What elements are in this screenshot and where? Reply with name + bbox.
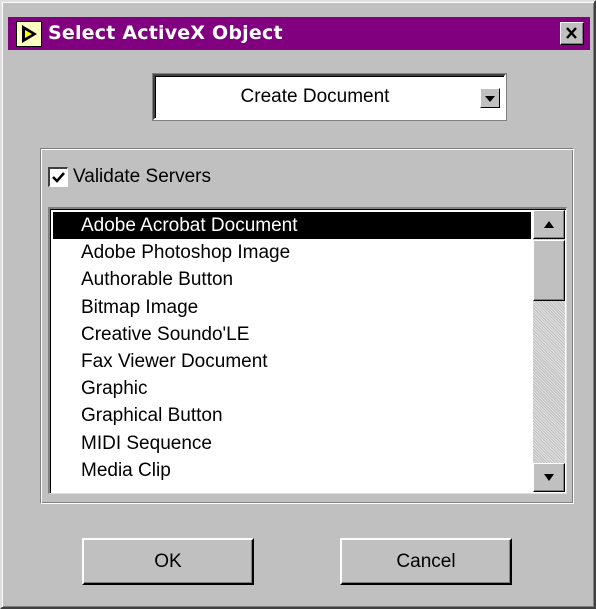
list-item[interactable]: Adobe Acrobat Document: [53, 212, 531, 240]
server-list-items: Adobe Acrobat Document Adobe Photoshop I…: [53, 212, 531, 484]
window-title: Select ActiveX Object: [48, 22, 283, 44]
select-activex-object-dialog: Select ActiveX Object Create Document Va…: [0, 0, 596, 609]
list-item[interactable]: Authorable Button: [53, 266, 531, 293]
arrow-down-icon: [544, 474, 554, 481]
list-item[interactable]: Creative Soundo'LE: [53, 321, 531, 348]
list-item[interactable]: Graphic: [53, 375, 531, 402]
scroll-down-button[interactable]: [533, 463, 565, 492]
arrow-up-icon: [544, 221, 554, 228]
list-item[interactable]: Graphical Button: [53, 402, 531, 429]
vertical-scrollbar[interactable]: [533, 210, 565, 492]
chevron-down-icon: [485, 96, 495, 102]
list-item[interactable]: Bitmap Image: [53, 294, 531, 321]
checkmark-icon: [52, 172, 65, 183]
activex-server-list[interactable]: Adobe Acrobat Document Adobe Photoshop I…: [48, 207, 567, 494]
create-mode-dropdown[interactable]: Create Document: [153, 74, 506, 120]
scroll-thumb[interactable]: [533, 240, 565, 301]
cancel-button[interactable]: Cancel: [340, 538, 512, 585]
list-item[interactable]: MIDI Sequence: [53, 430, 531, 457]
title-bar[interactable]: Select ActiveX Object: [8, 17, 590, 50]
close-icon: [566, 27, 577, 39]
list-item[interactable]: Fax Viewer Document: [53, 348, 531, 375]
list-item[interactable]: Adobe Photoshop Image: [53, 239, 531, 266]
scroll-up-button[interactable]: [533, 210, 565, 239]
validate-servers-label[interactable]: Validate Servers: [73, 165, 211, 189]
create-mode-value: Create Document: [240, 86, 390, 107]
close-button[interactable]: [560, 22, 584, 45]
validate-servers-checkbox[interactable]: [48, 167, 68, 187]
list-item[interactable]: Media Clip: [53, 457, 531, 484]
labview-vi-icon: [16, 21, 42, 47]
ok-button[interactable]: OK: [82, 538, 254, 585]
dropdown-arrow-button[interactable]: [480, 88, 500, 108]
